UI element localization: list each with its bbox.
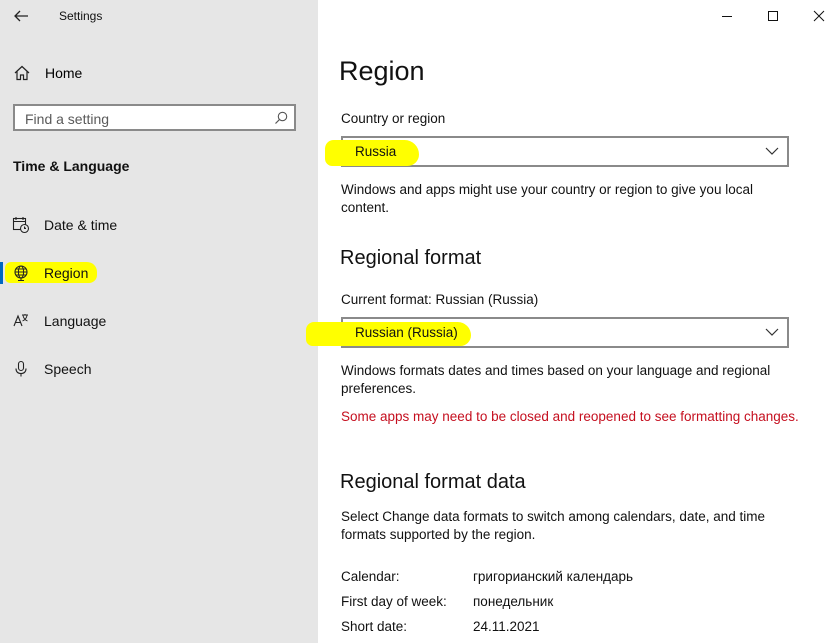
format-data-row-first-day: First day of week: понедельник xyxy=(341,594,741,612)
format-data-description: Select Change data formats to switch amo… xyxy=(341,509,765,542)
back-button[interactable] xyxy=(9,4,33,28)
format-data-heading: Regional format data xyxy=(340,471,526,493)
app-title: Settings xyxy=(59,9,103,23)
format-data-key: Short date: xyxy=(341,619,408,634)
minimize-button[interactable] xyxy=(714,4,740,28)
regional-format-heading: Regional format xyxy=(340,247,482,269)
minimize-icon xyxy=(722,16,732,17)
regional-format-description: Windows formats dates and times based on… xyxy=(341,363,771,396)
sidebar-item-home[interactable]: Home xyxy=(0,60,318,88)
sidebar-item-date-time[interactable]: Date & time xyxy=(0,208,318,242)
country-dropdown[interactable]: Russia xyxy=(325,136,789,167)
sidebar-item-language[interactable]: Language xyxy=(0,304,318,338)
current-format-label: Current format: Russian (Russia) xyxy=(341,292,539,307)
calendar-clock-icon xyxy=(12,216,30,234)
home-icon xyxy=(13,64,31,82)
section-title: Time & Language xyxy=(13,158,130,174)
maximize-icon xyxy=(768,11,778,21)
search-input[interactable]: Find a setting xyxy=(13,104,296,131)
close-button[interactable] xyxy=(806,4,832,28)
format-data-key: First day of week: xyxy=(341,594,447,609)
sidebar-item-region[interactable]: Region xyxy=(0,256,318,290)
main-content: Region Country or region Russia Windows … xyxy=(306,0,839,643)
regional-format-value: Russian (Russia) xyxy=(355,325,458,340)
sidebar-item-label: Language xyxy=(44,313,107,329)
sidebar: Settings Home Find a setting Time & Lang… xyxy=(0,0,318,643)
page-title: Region xyxy=(339,56,425,86)
country-label: Country or region xyxy=(341,111,446,126)
back-arrow-icon xyxy=(14,10,28,22)
restart-warning: Some apps may need to be closed and reop… xyxy=(341,409,799,424)
sidebar-item-label: Date & time xyxy=(44,217,118,233)
regional-format-dropdown[interactable]: Russian (Russia) xyxy=(306,317,789,348)
language-icon xyxy=(12,312,30,330)
country-value: Russia xyxy=(355,144,397,159)
chevron-down-icon xyxy=(765,327,779,337)
maximize-button[interactable] xyxy=(760,4,786,28)
chevron-down-icon xyxy=(765,146,779,156)
format-data-row-short-date: Short date: 24.11.2021 xyxy=(341,619,741,637)
active-indicator xyxy=(0,262,3,284)
sidebar-item-label: Speech xyxy=(44,361,92,377)
search-placeholder: Find a setting xyxy=(25,111,110,127)
sidebar-item-label: Home xyxy=(45,65,83,81)
format-data-value: понедельник xyxy=(473,594,554,609)
country-description: Windows and apps might use your country … xyxy=(341,182,753,215)
format-data-row-calendar: Calendar: григорианский календарь xyxy=(341,569,741,587)
sidebar-item-speech[interactable]: Speech xyxy=(0,352,318,386)
format-data-key: Calendar: xyxy=(341,569,400,584)
close-icon xyxy=(813,10,825,22)
search-icon[interactable] xyxy=(273,110,289,126)
format-data-value: 24.11.2021 xyxy=(473,619,540,634)
sidebar-item-label: Region xyxy=(44,265,89,281)
microphone-icon xyxy=(12,360,30,378)
format-data-value: григорианский календарь xyxy=(473,569,634,584)
globe-icon xyxy=(12,264,30,282)
